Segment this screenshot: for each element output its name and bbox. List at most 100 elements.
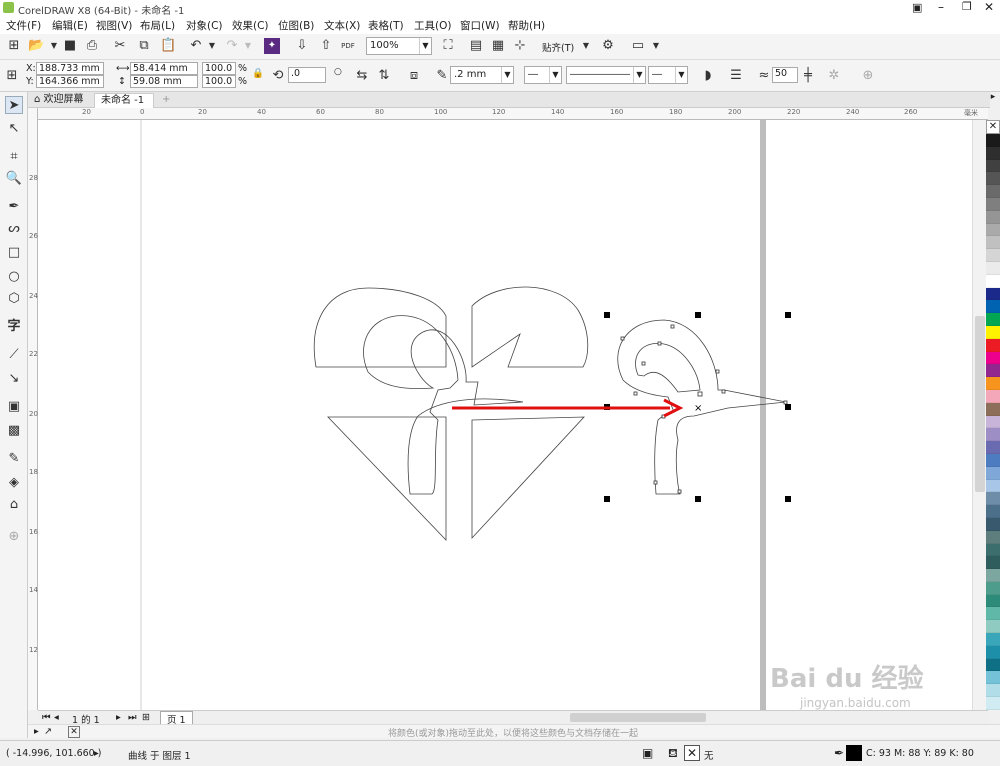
launcher-dropdown-icon[interactable]: ▼ — [648, 38, 664, 54]
color-swatch[interactable] — [986, 658, 1000, 672]
first-page-icon[interactable]: ⏮ — [42, 712, 51, 723]
color-swatch[interactable] — [986, 633, 1000, 646]
show-rulers-icon[interactable]: ▤ — [468, 38, 484, 54]
curve-node[interactable] — [620, 336, 625, 341]
object-origin-icon[interactable]: ⊞ — [4, 68, 20, 84]
curve-node[interactable] — [633, 391, 638, 396]
curve-node[interactable] — [677, 489, 682, 494]
parallel-dimension-icon[interactable]: ⟋ — [5, 346, 23, 364]
color-swatch[interactable] — [986, 351, 1000, 365]
freehand-tool-icon[interactable]: ✒ — [5, 198, 23, 216]
menu-effects[interactable]: 效果(C) — [232, 18, 269, 33]
curve-node[interactable] — [670, 324, 675, 329]
selection-center-marker[interactable]: × — [694, 403, 702, 414]
cut-icon[interactable]: ✂ — [112, 38, 128, 54]
color-swatch[interactable] — [986, 249, 1000, 262]
full-screen-icon[interactable]: ⛶ — [440, 38, 456, 54]
artistic-media-icon[interactable]: ᔕ — [5, 220, 23, 238]
add-tool-icon[interactable]: ⊕ — [5, 528, 23, 546]
x-position-field[interactable]: 188.733 mm — [36, 62, 104, 75]
curve-node[interactable] — [715, 369, 720, 374]
color-swatch[interactable] — [986, 300, 1000, 314]
menu-help[interactable]: 帮助(H) — [508, 18, 545, 33]
eyedropper-tool-icon[interactable]: ✎ — [5, 450, 23, 468]
options-gear-icon[interactable]: ⚙ — [600, 38, 616, 54]
menu-object[interactable]: 对象(C) — [186, 18, 223, 33]
add-page-icon[interactable]: ⊞ — [142, 712, 150, 723]
color-palette[interactable] — [986, 134, 1000, 724]
smart-fill-icon[interactable]: ⌂ — [5, 496, 23, 514]
undo-icon[interactable]: ↶ — [188, 38, 204, 54]
palette-scroll-up-icon[interactable]: ▸ — [986, 92, 1000, 106]
interactive-fill-icon[interactable]: ◈ — [5, 474, 23, 492]
export-icon[interactable]: ⇧ — [318, 38, 334, 54]
menu-window[interactable]: 窗口(W) — [460, 18, 500, 33]
curve-node[interactable] — [653, 480, 658, 485]
last-page-icon[interactable]: ⏭ — [128, 712, 137, 723]
lock-ratio-icon[interactable]: 🔒 — [252, 68, 264, 79]
selection-handle[interactable] — [604, 496, 610, 502]
outline-width-combo[interactable]: .2 mm ▼ — [450, 66, 514, 84]
menu-text[interactable]: 文本(X) — [324, 18, 360, 33]
outline-pen-status-icon[interactable]: ✒ — [834, 746, 844, 760]
show-grid-icon[interactable]: ▦ — [490, 38, 506, 54]
smoothing-field[interactable]: 50 — [772, 67, 798, 83]
open-dropdown-icon[interactable]: ▼ — [46, 38, 62, 54]
scale-height-field[interactable]: 100.0 — [202, 75, 236, 88]
rectangle-tool-icon[interactable]: □ — [5, 244, 23, 262]
color-swatch[interactable] — [986, 415, 1000, 429]
curve-node[interactable] — [721, 389, 726, 394]
connector-tool-icon[interactable]: ↘ — [5, 370, 23, 388]
next-page-icon[interactable]: ▸ — [116, 712, 121, 723]
heart-bottom-right[interactable] — [471, 416, 585, 540]
import-icon[interactable]: ⇩ — [294, 38, 310, 54]
color-swatch[interactable] — [986, 159, 1000, 173]
drawing-surface[interactable]: × — [38, 120, 988, 710]
combine-icon[interactable]: ⧈ — [406, 68, 422, 84]
snap-to-menu[interactable]: 贴齐(T) — [542, 40, 574, 54]
extract-subpath-icon[interactable]: ✲ — [826, 68, 842, 84]
color-swatch[interactable] — [986, 607, 1000, 621]
open-icon[interactable]: 📂 — [28, 38, 44, 54]
color-swatch[interactable] — [986, 313, 1000, 326]
redo-icon[interactable]: ↷ — [224, 38, 240, 54]
snap-dropdown-icon[interactable]: ▼ — [578, 38, 594, 54]
tab-welcome-screen[interactable]: ⌂ 欢迎屏幕 — [28, 93, 94, 108]
user-icon[interactable]: ▣ — [912, 1, 922, 14]
color-swatch[interactable] — [986, 492, 1000, 506]
color-swatch[interactable] — [986, 530, 1000, 544]
color-swatch[interactable] — [986, 620, 1000, 634]
undo-dropdown-icon[interactable]: ▼ — [204, 38, 220, 54]
color-swatch[interactable] — [986, 671, 1000, 685]
selection-handle[interactable] — [785, 312, 791, 318]
curve-node[interactable] — [657, 341, 662, 346]
heart-bottom-left[interactable] — [327, 416, 447, 541]
color-swatch[interactable] — [986, 645, 1000, 659]
scale-width-field[interactable]: 100.0 — [202, 62, 236, 75]
new-tab-icon[interactable]: + — [156, 93, 176, 108]
add-icon[interactable]: ⊕ — [860, 68, 876, 84]
menu-layout[interactable]: 布局(L) — [140, 18, 175, 33]
tab-document[interactable]: 未命名 -1 — [94, 93, 154, 108]
close-button[interactable]: ✕ — [984, 0, 994, 14]
color-swatch[interactable] — [986, 261, 1000, 275]
color-swatch[interactable] — [986, 389, 1000, 403]
color-swatch[interactable] — [986, 134, 1000, 147]
minimize-button[interactable]: – — [938, 0, 944, 14]
color-swatch[interactable] — [986, 517, 1000, 531]
color-swatch[interactable] — [986, 402, 1000, 416]
color-swatch[interactable] — [986, 172, 1000, 186]
no-color-icon[interactable]: ✕ — [68, 726, 80, 738]
selection-handle[interactable] — [785, 404, 791, 410]
horizontal-scrollbar-thumb[interactable] — [570, 713, 706, 722]
selection-handle[interactable] — [695, 496, 701, 502]
color-swatch[interactable] — [986, 364, 1000, 378]
mirror-horizontal-icon[interactable]: ⇆ — [354, 68, 370, 84]
menu-view[interactable]: 视图(V) — [96, 18, 132, 33]
status-expand-icon[interactable]: ▸ — [94, 748, 99, 759]
menu-table[interactable]: 表格(T) — [368, 18, 404, 33]
color-swatch[interactable] — [986, 441, 1000, 454]
question-shape-inner-loop[interactable] — [635, 343, 701, 393]
application-launcher-icon[interactable]: ▭ — [630, 38, 646, 54]
width-field[interactable]: 58.414 mm — [130, 62, 198, 75]
